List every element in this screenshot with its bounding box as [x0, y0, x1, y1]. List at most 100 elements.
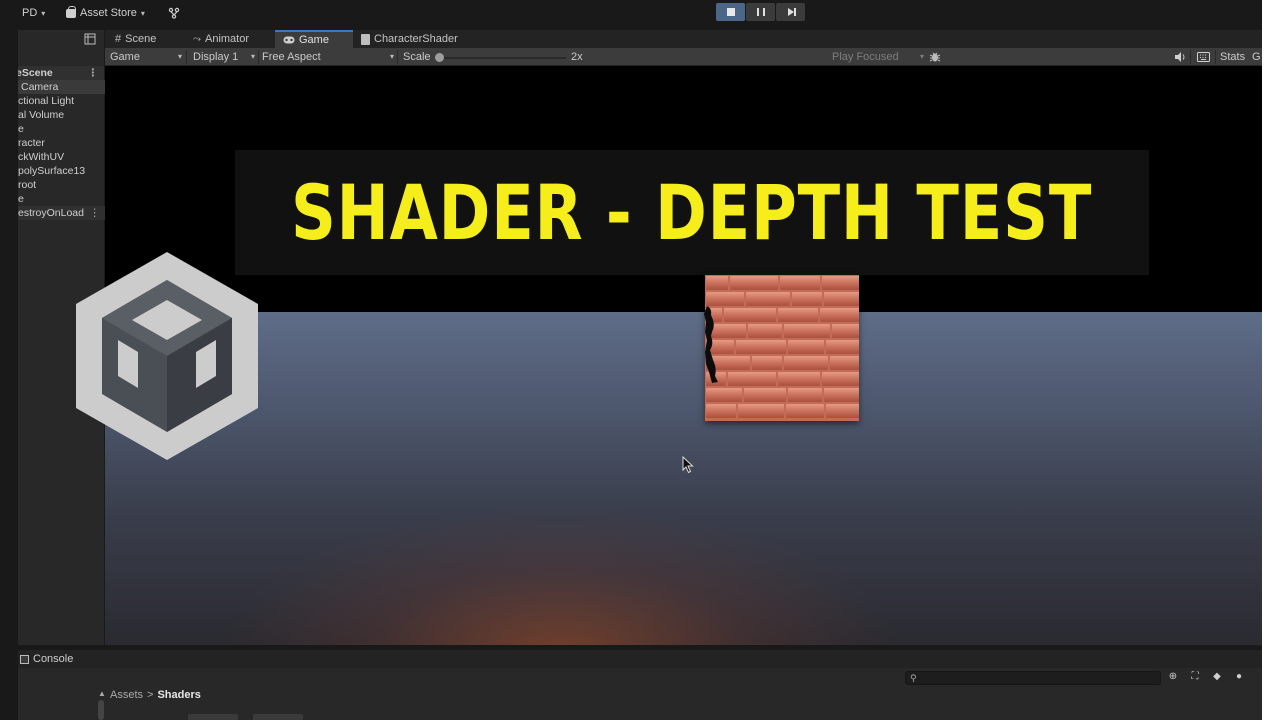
chevron-down-icon: ▾ [250, 52, 255, 61]
hierarchy-item[interactable]: ckWithUV [18, 150, 107, 164]
hierarchy-item[interactable]: ctional Light [18, 94, 107, 108]
asset-thumbnail[interactable] [188, 714, 238, 720]
playmode-controls [716, 3, 805, 21]
tab-animator-label: Animator [205, 33, 250, 45]
scale-slider-track[interactable] [438, 57, 566, 59]
aspect-dropdown[interactable]: Free Aspect ▾ [262, 48, 394, 66]
title-banner: SHADER - DEPTH TEST [235, 150, 1149, 275]
character-silhouette [704, 306, 718, 383]
hierarchy-item[interactable]: root [18, 178, 107, 192]
audio-icon[interactable] [1174, 48, 1186, 66]
right-edge [1262, 0, 1280, 720]
hierarchy-item[interactable]: polySurface13 [18, 164, 107, 178]
hierarchy-item[interactable]: al Volume [18, 108, 107, 122]
tab-scene-label: Scene [125, 33, 157, 45]
display-dropdown[interactable]: Display 1 ▾ [193, 48, 255, 66]
display-label: Display 1 [193, 51, 239, 63]
hierarchy-list: Camera ctional Light al Volume e racter … [18, 80, 107, 220]
divider [258, 50, 259, 64]
stats-button[interactable]: Stats [1220, 48, 1245, 66]
animator-icon: ⤳ [193, 33, 201, 45]
play-focused-label: Play Focused [832, 51, 899, 63]
project-scrollbar[interactable] [98, 700, 104, 720]
unity-logo-icon [76, 252, 258, 460]
hierarchy-item[interactable]: e [18, 192, 107, 206]
chevron-down-icon: ▾ [177, 52, 182, 61]
pause-button[interactable] [746, 3, 775, 21]
aspect-label: Free Aspect [262, 51, 321, 63]
left-edge [0, 26, 18, 720]
tab-game[interactable]: Game [275, 30, 353, 48]
console-tabbar: Console [18, 650, 1262, 668]
game-view-toolbar: Game ▾ Display 1 ▾ Free Aspect ▾ Scale 2x P… [105, 48, 1262, 66]
pause-icon [756, 8, 765, 16]
hierarchy-item-label: Camera [21, 81, 59, 93]
hierarchy-item-label: racter [18, 137, 45, 149]
hierarchy-item[interactable]: racter [18, 136, 107, 150]
tab-character-shader-label: CharacterShader [374, 33, 458, 45]
tab-console[interactable]: Console [18, 650, 73, 668]
hierarchy-item-label: ctional Light [18, 95, 75, 107]
divider [1190, 50, 1191, 64]
tab-game-label: Game [299, 34, 329, 46]
hierarchy-item-label: polySurface13 [18, 165, 86, 177]
chevron-down-icon: ▾ [41, 8, 46, 18]
breadcrumb-current[interactable]: Shaders [157, 689, 200, 701]
scene-root-row[interactable]: eScene ⋮ [18, 66, 104, 80]
chevron-down-icon: ▾ [389, 52, 394, 61]
create-icon[interactable]: ⊕ [1167, 671, 1179, 683]
scale-value: 2x [571, 51, 583, 63]
bug-icon[interactable] [929, 48, 941, 66]
search-icon: ⚲ [910, 673, 917, 683]
view-tabbar: # Scene ⤳ Animator Game CharacterShader [105, 30, 1262, 48]
breadcrumb-assets[interactable]: Assets [110, 689, 143, 701]
asset-thumbnail[interactable] [253, 714, 303, 720]
tab-animator[interactable]: ⤳ Animator [193, 30, 249, 48]
divider [397, 50, 398, 64]
keyboard-icon[interactable] [1197, 48, 1210, 66]
stop-icon [726, 8, 735, 16]
gamepad-icon [283, 36, 295, 44]
console-tab-label: Console [33, 653, 74, 665]
asset-store-button[interactable]: Asset Store ▾ [66, 5, 145, 21]
hierarchy-item[interactable]: e [18, 122, 107, 136]
game-viewport[interactable]: SHADER - DEPTH TEST [105, 66, 1262, 645]
unity-editor-window: PD ▾ Asset Store ▾ ə ⋮ [0, 0, 1262, 720]
hierarchy-item-label: estroyOnLoad [18, 207, 84, 219]
main-toolbar: PD ▾ Asset Store ▾ [0, 0, 1262, 26]
label-icon[interactable]: ◆ [1211, 671, 1223, 683]
play-focused-dropdown[interactable]: Play Focused ▾ [832, 48, 924, 66]
shader-icon [361, 33, 370, 45]
tab-character-shader[interactable]: CharacterShader [361, 30, 458, 48]
hierarchy-item-label: root [18, 179, 37, 191]
scene-name: eScene [18, 67, 53, 79]
hierarchy-item-label: al Volume [18, 109, 65, 121]
project-search-input[interactable]: ⚲ [905, 671, 1161, 685]
info-icon[interactable]: ● [1233, 671, 1245, 683]
account-label: PD [22, 7, 38, 19]
account-dropdown[interactable]: PD ▾ [22, 5, 45, 21]
dontdestroyonload-row[interactable]: estroyOnLoad ⋮ [18, 206, 107, 220]
scale-label: Scale [403, 51, 431, 63]
filter-type-icon[interactable]: ⛶ [1189, 671, 1201, 683]
step-button[interactable] [776, 3, 805, 21]
version-control-button[interactable] [168, 5, 180, 21]
scale-slider-handle[interactable] [435, 53, 444, 62]
menu-icon[interactable]: ⋮ [90, 206, 101, 220]
breadcrumb: Assets > Shaders [110, 689, 201, 701]
tab-scene[interactable]: # Scene [115, 30, 156, 48]
gizmos-button[interactable]: G [1252, 48, 1261, 66]
scene-menu-icon[interactable]: ⋮ [88, 66, 99, 80]
ground-plane [105, 312, 1262, 645]
hierarchy-item-label: e [18, 123, 24, 135]
step-icon [787, 8, 796, 16]
grid-icon[interactable] [84, 33, 96, 45]
divider [186, 50, 187, 64]
divider [1215, 50, 1216, 64]
play-button[interactable] [716, 3, 745, 21]
hierarchy-item[interactable]: Camera [18, 80, 107, 94]
bag-icon [66, 5, 76, 18]
game-mode-dropdown[interactable]: Game ▾ [110, 48, 182, 66]
scroll-up-icon[interactable]: ▲ [98, 689, 106, 698]
chevron-down-icon: ▾ [919, 52, 924, 61]
